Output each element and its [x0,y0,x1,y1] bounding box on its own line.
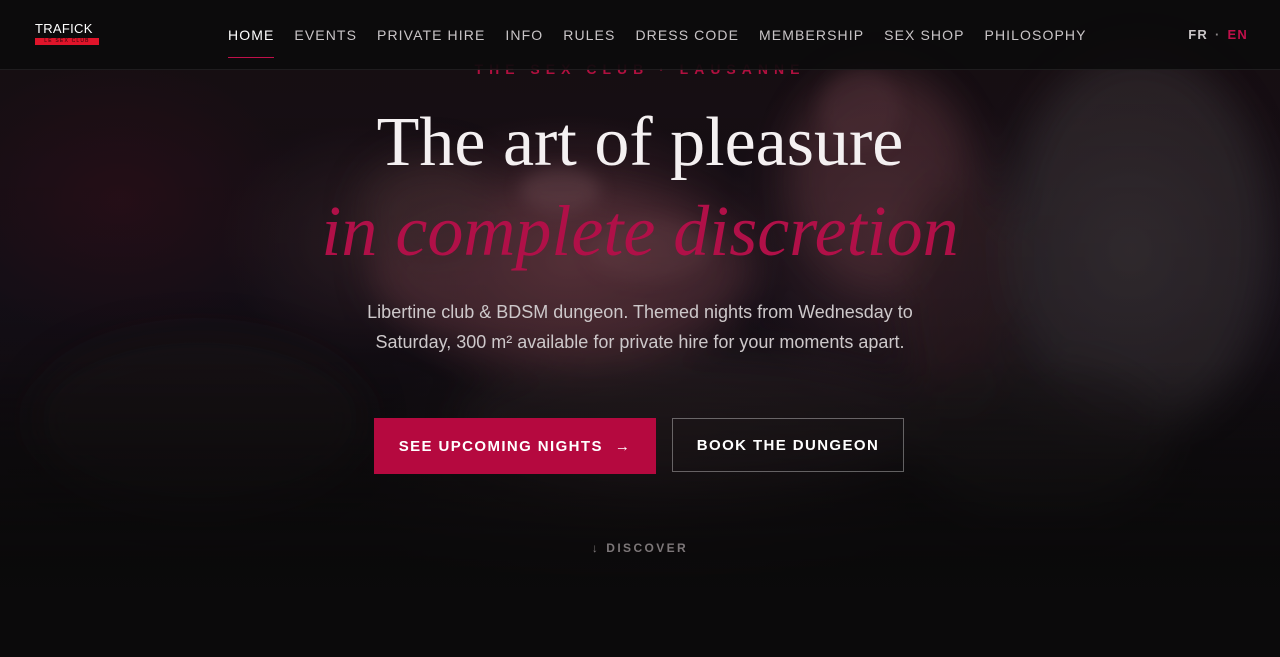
nav-item-rules[interactable]: RULES [563,27,615,43]
navbar: TRAFICK LE SEX CLUB HOME EVENTS PRIVATE … [0,0,1280,70]
nav-item-sex-shop[interactable]: SEX SHOP [884,27,964,43]
nav-item-philosophy[interactable]: PHILOSOPHY [985,27,1087,43]
nav-item-dress-code[interactable]: DRESS CODE [635,27,739,43]
nav-item-membership[interactable]: MEMBERSHIP [759,27,864,43]
page: TRAFICK LE SEX CLUB HOME EVENTS PRIVATE … [0,0,1280,657]
see-upcoming-nights-label: SEE UPCOMING NIGHTS [398,437,603,455]
nav-item-info[interactable]: INFO [505,27,543,43]
book-the-dungeon-button[interactable]: BOOK THE DUNGEON [672,418,904,472]
book-the-dungeon-label: BOOK THE DUNGEON [696,436,880,454]
logo[interactable]: TRAFICK LE SEX CLUB [35,21,101,49]
lang-separator: · [1215,27,1221,42]
nav-item-events[interactable]: EVENTS [294,27,357,43]
lang-en-link[interactable]: EN [1228,27,1248,42]
hero-lead-text: Libertine club & BDSM dungeon. Themed ni… [367,302,913,352]
see-upcoming-nights-button[interactable]: SEE UPCOMING NIGHTS → [374,418,656,474]
lang-fr-link[interactable]: FR [1188,27,1208,42]
nav-item-home[interactable]: HOME [228,27,275,58]
discover-label: DISCOVER [606,541,689,555]
arrow-down-icon: ↓ [591,541,601,555]
discover-link[interactable]: ↓ DISCOVER [0,541,1280,555]
language-switcher: FR · EN [1188,0,1248,69]
arrow-right-icon: → [614,437,632,455]
logo-wordmark: TRAFICK [35,21,93,36]
hero-subtitle: in complete discretion [321,191,959,271]
hero-title: The art of pleasure [376,104,904,181]
main-nav: HOME EVENTS PRIVATE HIRE INFO RULES DRES… [228,0,1107,69]
nav-item-private-hire[interactable]: PRIVATE HIRE [377,27,485,43]
logo-strip: LE SEX CLUB [35,38,99,45]
